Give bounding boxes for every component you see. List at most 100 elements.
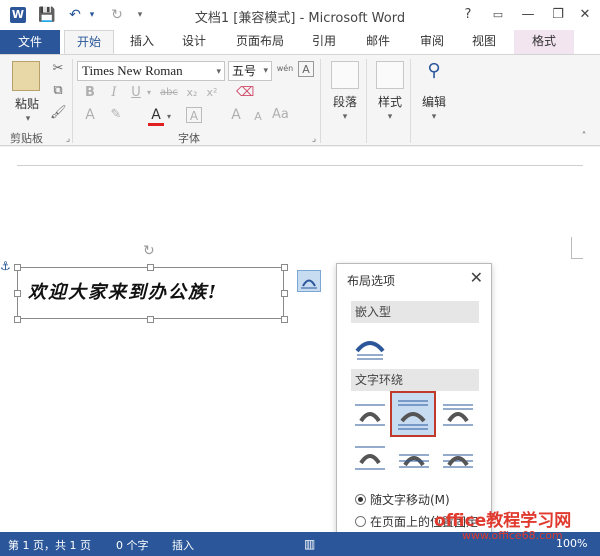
change-case-icon[interactable]: Aa xyxy=(272,107,289,123)
tab-home[interactable]: 开始 xyxy=(64,30,114,54)
clear-formatting-icon[interactable]: ⌫ xyxy=(236,85,254,101)
paste-icon[interactable] xyxy=(12,61,40,91)
paragraph-icon[interactable] xyxy=(331,61,359,89)
character-shading-icon[interactable]: A xyxy=(186,107,202,123)
wrap-tight-icon[interactable] xyxy=(390,391,436,437)
rotate-handle-icon[interactable]: ↻ xyxy=(143,243,155,259)
font-name-value: Times New Roman xyxy=(82,63,183,78)
resize-handle[interactable] xyxy=(14,290,21,297)
page-count[interactable]: 第 1 页，共 1 页 xyxy=(8,537,91,553)
word-count[interactable]: 0 个字 xyxy=(116,537,149,553)
redo-icon[interactable]: ↻ xyxy=(108,6,126,24)
font-size-value: 五号 xyxy=(232,64,257,78)
move-with-text-label: 随文字移动(M) xyxy=(370,493,450,507)
paste-dropdown-icon[interactable]: ▾ xyxy=(20,111,36,127)
insert-mode[interactable]: 插入 xyxy=(172,537,194,553)
word-logo-icon: W xyxy=(10,7,26,23)
format-painter-icon[interactable]: 🖌 xyxy=(50,105,67,121)
ribbon: 粘贴 ▾ ✂ ⧉ 🖌 剪贴板 ⌟ Times New Roman ▾ 五号 ▾ wé… xyxy=(0,54,600,146)
resize-handle[interactable] xyxy=(281,290,288,297)
bold-button[interactable]: B xyxy=(82,85,98,101)
styles-icon[interactable] xyxy=(376,61,404,89)
resize-handle[interactable] xyxy=(14,316,21,323)
tab-references[interactable]: 引用 xyxy=(302,30,346,54)
undo-dropdown-icon[interactable]: ▾ xyxy=(86,6,98,24)
copy-icon[interactable]: ⧉ xyxy=(50,83,66,99)
page-top-edge xyxy=(17,165,583,166)
undo-icon[interactable]: ↶ xyxy=(66,6,84,24)
save-icon[interactable]: 💾 xyxy=(38,6,56,24)
minimize-button[interactable]: — xyxy=(518,5,538,25)
tab-view[interactable]: 视图 xyxy=(462,30,506,54)
ribbon-separator xyxy=(366,59,367,143)
clipboard-launcher-icon[interactable]: ⌟ xyxy=(60,131,76,147)
underline-button[interactable]: U xyxy=(128,85,144,101)
highlight-color-icon[interactable]: ✎ xyxy=(108,107,124,123)
grow-font-button[interactable]: A xyxy=(228,107,244,123)
paste-button-label[interactable]: 粘贴 xyxy=(12,95,42,112)
italic-button[interactable]: I xyxy=(106,85,122,101)
wrap-in-front-icon[interactable] xyxy=(441,441,475,475)
customize-toolbar-icon[interactable]: ▾ xyxy=(134,6,146,24)
character-border-icon[interactable]: A xyxy=(298,61,314,77)
styles-button[interactable]: 样式 xyxy=(372,93,408,110)
tab-design[interactable]: 设计 xyxy=(172,30,216,54)
superscript-button[interactable]: x² xyxy=(204,85,220,101)
wrap-section-header: 文字环绕 xyxy=(351,369,479,391)
anchor-icon: ⚓ xyxy=(0,259,11,273)
help-button[interactable]: ? xyxy=(458,5,478,25)
chevron-down-icon: ▾ xyxy=(216,66,221,76)
document-area: ⚓ ↻ 欢迎大家来到办公族! xyxy=(0,147,600,532)
strikethrough-button[interactable]: abc xyxy=(158,85,180,101)
resize-handle[interactable] xyxy=(281,264,288,271)
styles-dropdown-icon[interactable]: ▾ xyxy=(382,109,398,125)
wrap-icon xyxy=(301,279,317,289)
underline-dropdown-icon[interactable]: ▾ xyxy=(144,85,154,101)
restore-button[interactable]: ❐ xyxy=(548,5,568,25)
editing-dropdown-icon[interactable]: ▾ xyxy=(426,109,442,125)
collapse-ribbon-icon[interactable]: ˄ xyxy=(576,129,592,145)
binoculars-icon[interactable]: ⚲ xyxy=(420,62,448,87)
ribbon-separator xyxy=(410,59,411,143)
tab-insert[interactable]: 插入 xyxy=(120,30,164,54)
paragraph-button[interactable]: 段落 xyxy=(328,93,362,110)
clipboard-group-label: 剪贴板 xyxy=(10,132,43,145)
resize-handle[interactable] xyxy=(147,264,154,271)
font-color-dropdown-icon[interactable]: ▾ xyxy=(164,109,174,125)
resize-handle[interactable] xyxy=(147,316,154,323)
font-name-select[interactable]: Times New Roman ▾ xyxy=(77,61,225,81)
watermark-url: www.office68.com xyxy=(462,529,563,542)
read-mode-icon[interactable]: ▥ xyxy=(304,537,315,551)
panel-close-button[interactable]: ✕ xyxy=(470,268,483,287)
tab-format[interactable]: 格式 xyxy=(514,30,574,54)
shrink-font-button[interactable]: A xyxy=(250,109,266,125)
tab-review[interactable]: 审阅 xyxy=(410,30,454,54)
editing-button[interactable]: 编辑 xyxy=(416,93,452,110)
paragraph-dropdown-icon[interactable]: ▾ xyxy=(337,109,353,125)
wrap-inline-icon[interactable] xyxy=(353,331,387,365)
close-button[interactable]: ✕ xyxy=(575,5,595,25)
wrap-behind-text-icon[interactable] xyxy=(397,441,431,475)
layout-options-button[interactable] xyxy=(297,270,321,292)
resize-handle[interactable] xyxy=(281,316,288,323)
window-title: 文档1 [兼容模式] - Microsoft Word xyxy=(194,11,406,26)
ribbon-tabs: 文件 开始 插入 设计 页面布局 引用 邮件 审阅 视图 格式 xyxy=(0,30,600,54)
tab-mailings[interactable]: 邮件 xyxy=(356,30,400,54)
tab-file[interactable]: 文件 xyxy=(0,30,60,54)
ribbon-display-icon[interactable]: ▭ xyxy=(488,5,508,25)
tab-page-layout[interactable]: 页面布局 xyxy=(228,30,292,54)
radio-button[interactable] xyxy=(355,516,366,527)
text-box-content[interactable]: 欢迎大家来到办公族! xyxy=(28,278,218,304)
font-color-button[interactable]: A xyxy=(148,107,164,126)
watermark-text: office教程学习网 xyxy=(434,511,572,531)
radio-button[interactable] xyxy=(355,494,366,505)
text-effects-icon[interactable]: A xyxy=(82,107,98,123)
wrap-top-bottom-icon[interactable] xyxy=(353,441,387,475)
resize-handle[interactable] xyxy=(14,264,21,271)
font-size-select[interactable]: 五号 ▾ xyxy=(228,61,272,81)
phonetic-guide-icon[interactable]: wén xyxy=(276,61,294,77)
cut-icon[interactable]: ✂ xyxy=(50,61,66,77)
wrap-square-icon[interactable] xyxy=(353,397,387,431)
wrap-through-icon[interactable] xyxy=(441,397,475,431)
subscript-button[interactable]: x₂ xyxy=(184,85,200,101)
